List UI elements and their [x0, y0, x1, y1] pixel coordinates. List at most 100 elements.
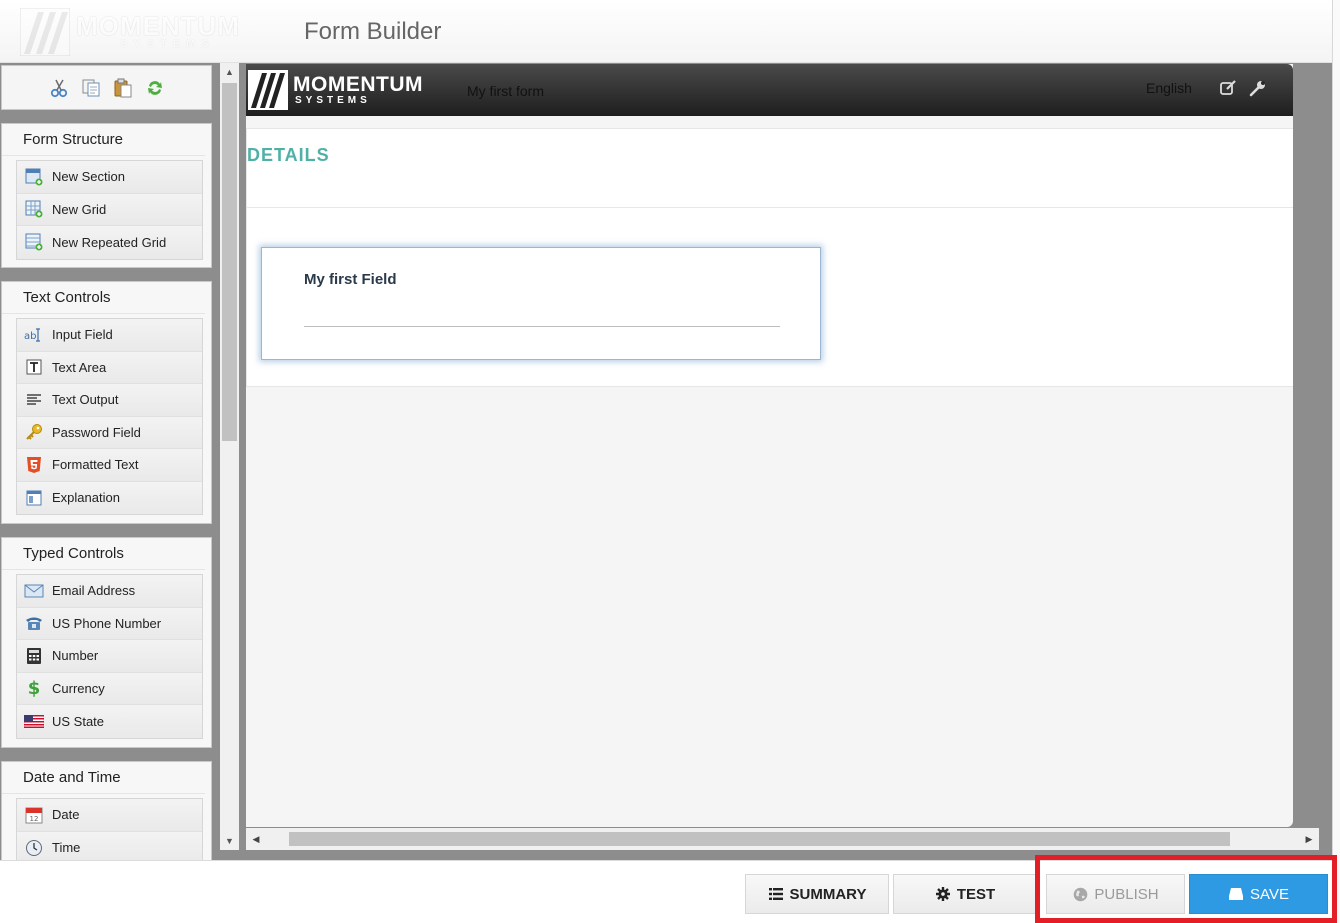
us-flag-icon [24, 711, 44, 731]
form-header: MOMENTUM SYSTEMS My first form English [246, 64, 1293, 116]
summary-button-label: SUMMARY [789, 885, 867, 903]
app-header: MOMENTUM SYSTEMS Form Builder [0, 0, 1332, 63]
test-button[interactable]: TEST [893, 874, 1037, 914]
form-logo-sub: SYSTEMS [295, 95, 371, 106]
panel-items: ab Input Field Text Area Text Output Pas… [16, 318, 203, 515]
palette-item-explanation[interactable]: Explanation [17, 481, 202, 514]
palette-item-date[interactable]: 12 Date [17, 799, 202, 832]
palette-item-email-address[interactable]: Email Address [17, 575, 202, 608]
scrollbar-thumb[interactable] [222, 83, 237, 441]
typed-controls-panel: Typed Controls Email Address US Phone Nu… [1, 537, 212, 748]
palette-item-number[interactable]: Number [17, 640, 202, 673]
palette-item-text-area[interactable]: Text Area [17, 351, 202, 384]
palette-item-label: Password Field [52, 424, 141, 440]
paste-icon[interactable] [112, 77, 134, 99]
palette-item-currency[interactable]: $ Currency [17, 672, 202, 705]
form-structure-panel: Form Structure New Section New Grid New … [1, 123, 212, 268]
edit-icon[interactable] [1219, 79, 1239, 99]
palette-item-label: Text Output [52, 392, 119, 408]
dollar-icon: $ [27, 677, 41, 699]
svg-text:ab: ab [24, 331, 36, 342]
language-selector[interactable]: English [1146, 80, 1192, 96]
palette-item-us-phone-number[interactable]: US Phone Number [17, 607, 202, 640]
form-name[interactable]: My first form [467, 83, 544, 99]
section-divider [247, 207, 1293, 208]
publish-button[interactable]: PUBLISH [1046, 874, 1185, 914]
palette-item-new-section[interactable]: New Section [17, 161, 202, 194]
input-field-icon: ab [24, 325, 44, 345]
field-input-underline[interactable] [304, 326, 780, 327]
text-area-icon [24, 357, 44, 377]
phone-icon [24, 613, 44, 633]
panel-title: Form Structure [2, 124, 205, 156]
palette-item-label: Text Area [52, 359, 107, 375]
palette-item-label: US State [52, 713, 105, 729]
logo-mark-icon [20, 8, 70, 56]
calendar-icon: 12 [24, 805, 44, 825]
palette-item-new-grid[interactable]: New Grid [17, 193, 202, 226]
list-icon [768, 886, 784, 902]
palette-item-formatted-text[interactable]: Formatted Text [17, 449, 202, 482]
key-icon [24, 422, 44, 442]
cut-icon[interactable] [48, 77, 70, 99]
new-grid-icon [24, 199, 44, 219]
explanation-icon [24, 488, 44, 508]
palette-item-label: Email Address [52, 583, 136, 599]
refresh-icon[interactable] [144, 77, 166, 99]
calculator-icon [24, 646, 44, 666]
palette-item-label: New Grid [52, 201, 107, 217]
new-section-icon [24, 167, 44, 187]
copy-icon[interactable] [80, 77, 102, 99]
footer-bar: SUMMARY TEST PUBLISH SAVE [0, 855, 1337, 923]
control-palette: Form Structure New Section New Grid New … [0, 63, 213, 860]
workspace: Form Structure New Section New Grid New … [0, 63, 1332, 860]
globe-icon [1072, 886, 1088, 902]
logo-mark-icon [248, 70, 288, 110]
palette-item-label: Number [52, 648, 99, 664]
scroll-up-icon[interactable]: ▲ [220, 63, 239, 81]
edit-toolbar [1, 65, 212, 110]
panel-items: Email Address US Phone Number Number $ C… [16, 574, 203, 739]
palette-item-label: Currency [52, 680, 105, 696]
scrollbar-thumb[interactable] [289, 832, 1230, 846]
new-repeated-grid-icon [24, 232, 44, 252]
calendar-day: 12 [30, 815, 39, 823]
palette-item-us-state[interactable]: US State [17, 705, 202, 738]
app-logo: MOMENTUM SYSTEMS [20, 8, 270, 58]
wrench-icon[interactable] [1249, 79, 1269, 99]
palette-item-input-field[interactable]: ab Input Field [17, 319, 202, 352]
palette-item-label: Formatted Text [52, 457, 139, 473]
palette-item-label: New Repeated Grid [52, 234, 167, 250]
form-canvas: MOMENTUM SYSTEMS My first form English D… [246, 64, 1293, 827]
scroll-right-icon[interactable]: ▶ [1299, 828, 1319, 850]
palette-item-time[interactable]: Time [17, 831, 202, 860]
palette-item-label: New Section [52, 169, 125, 185]
save-button[interactable]: SAVE [1189, 874, 1328, 914]
palette-item-text-output[interactable]: Text Output [17, 384, 202, 417]
text-output-icon [24, 390, 44, 410]
summary-button[interactable]: SUMMARY [745, 874, 889, 914]
panel-items: 12 Date Time [16, 798, 203, 860]
window-edge [1332, 0, 1340, 923]
field-label[interactable]: My first Field [304, 271, 397, 288]
palette-item-password-field[interactable]: Password Field [17, 416, 202, 449]
palette-item-label: Input Field [52, 327, 113, 343]
field-cell-selected[interactable]: My first Field [261, 247, 821, 360]
form-section[interactable]: DETAILS My first Field [246, 128, 1293, 387]
date-time-panel: Date and Time 12 Date Time [1, 761, 212, 860]
palette-scrollbar[interactable]: ▲ ▼ [220, 63, 239, 850]
scroll-down-icon[interactable]: ▼ [220, 832, 239, 850]
save-icon [1228, 886, 1244, 902]
scroll-left-icon[interactable]: ◀ [246, 828, 266, 850]
palette-item-new-repeated-grid[interactable]: New Repeated Grid [17, 226, 202, 259]
panel-title: Date and Time [2, 762, 205, 794]
text-controls-panel: Text Controls ab Input Field Text Area T… [1, 281, 212, 524]
app-logo-sub: SYSTEMS [120, 38, 215, 50]
canvas-scrollbar[interactable]: ◀ ▶ [246, 828, 1319, 850]
section-title[interactable]: DETAILS [247, 145, 330, 166]
envelope-icon [24, 581, 44, 601]
save-button-label: SAVE [1250, 885, 1289, 903]
palette-item-label: Time [52, 840, 81, 856]
palette-item-label: Date [52, 807, 80, 823]
html5-icon [24, 455, 44, 475]
